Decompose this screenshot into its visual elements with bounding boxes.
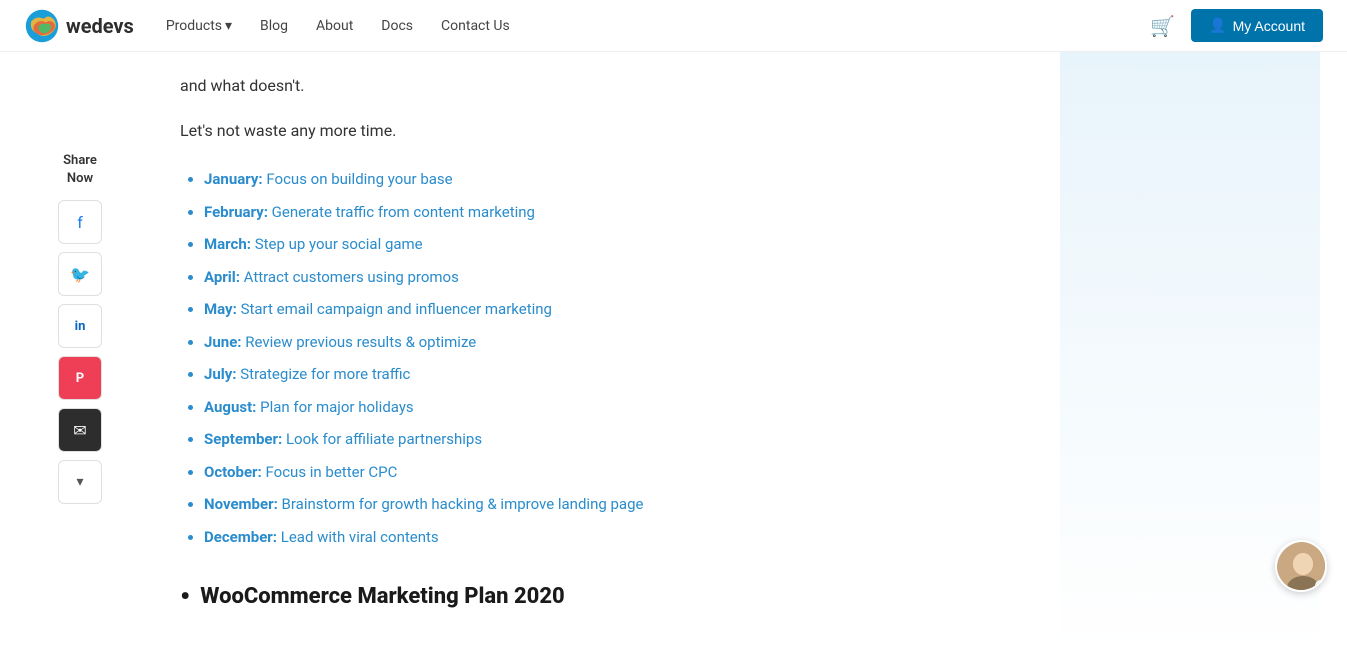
my-account-button[interactable]: 👤 My Account (1191, 9, 1323, 42)
list-item: August: Plan for major holidays (204, 396, 1000, 419)
section-heading: WooCommerce Marketing Plan 2020 (180, 580, 1000, 613)
month-description: Step up your social game (255, 235, 423, 253)
month-description: Start email campaign and influencer mark… (241, 300, 552, 318)
month-label: October: (204, 463, 266, 481)
share-label: ShareNow (63, 152, 97, 188)
month-label: July: (204, 365, 240, 383)
list-item: September: Look for affiliate partnershi… (204, 428, 1000, 451)
list-item: June: Review previous results & optimize (204, 331, 1000, 354)
month-description: Attract customers using promos (244, 268, 459, 286)
list-item: April: Attract customers using promos (204, 266, 1000, 289)
navigation: wedevs Products ▾ Blog About Docs Contac… (0, 0, 1347, 52)
email-icon: ✉ (73, 421, 86, 440)
avatar (1277, 542, 1327, 592)
month-label: April: (204, 268, 244, 286)
share-facebook-button[interactable]: f (58, 200, 102, 244)
pocket-icon: P (76, 371, 84, 386)
month-description: Generate traffic from content marketing (272, 203, 535, 221)
month-label: November: (204, 495, 282, 513)
nav-contact[interactable]: Contact Us (441, 18, 510, 34)
nav-blog[interactable]: Blog (260, 18, 288, 34)
share-sidebar: ShareNow f 🐦 in P ✉ ▾ (0, 52, 160, 653)
list-item: July: Strategize for more traffic (204, 363, 1000, 386)
month-description: Lead with viral contents (281, 528, 439, 546)
intro-text-2: Let's not waste any more time. (180, 117, 1000, 144)
list-item: February: Generate traffic from content … (204, 201, 1000, 224)
share-twitter-button[interactable]: 🐦 (58, 252, 102, 296)
month-description: Focus in better CPC (266, 463, 398, 481)
chevron-down-icon: ▾ (76, 474, 83, 490)
list-item: November: Brainstorm for growth hacking … (204, 493, 1000, 516)
list-item: October: Focus in better CPC (204, 461, 1000, 484)
nav-products[interactable]: Products ▾ (166, 18, 232, 34)
list-item: May: Start email campaign and influencer… (204, 298, 1000, 321)
month-description: Plan for major holidays (260, 398, 414, 416)
list-item: January: Focus on building your base (204, 168, 1000, 191)
share-pocket-button[interactable]: P (58, 356, 102, 400)
share-more-button[interactable]: ▾ (58, 460, 102, 504)
linkedin-icon: in (75, 319, 86, 334)
month-description: Brainstorm for growth hacking & improve … (282, 495, 644, 513)
user-icon: 👤 (1209, 17, 1226, 34)
logo-text: wedevs (66, 14, 134, 38)
month-description: Review previous results & optimize (245, 333, 476, 351)
cart-icon[interactable]: 🛒 (1150, 14, 1175, 38)
month-label: September: (204, 430, 286, 448)
month-label: February: (204, 203, 272, 221)
share-linkedin-button[interactable]: in (58, 304, 102, 348)
month-label: May: (204, 300, 241, 318)
list-item: December: Lead with viral contents (204, 526, 1000, 549)
nav-links: Products ▾ Blog About Docs Contact Us (166, 18, 1150, 34)
facebook-icon: f (77, 213, 83, 232)
share-email-button[interactable]: ✉ (58, 408, 102, 452)
chevron-down-icon: ▾ (225, 18, 232, 34)
nav-docs[interactable]: Docs (381, 18, 413, 34)
month-description: Focus on building your base (266, 170, 452, 188)
twitter-icon: 🐦 (70, 265, 90, 284)
month-label: August: (204, 398, 260, 416)
nav-right: 🛒 👤 My Account (1150, 9, 1323, 42)
article-content: and what doesn't. Let's not waste any mo… (160, 52, 1060, 653)
month-label: December: (204, 528, 281, 546)
avatar-widget[interactable] (1275, 540, 1327, 592)
month-label: January: (204, 170, 266, 188)
month-label: June: (204, 333, 245, 351)
site-logo[interactable]: wedevs (24, 8, 134, 44)
list-item: March: Step up your social game (204, 233, 1000, 256)
month-label: March: (204, 235, 255, 253)
page-layout: ShareNow f 🐦 in P ✉ ▾ and what doesn't. … (0, 52, 1347, 653)
month-list: January: Focus on building your base Febr… (180, 168, 1000, 548)
month-description: Strategize for more traffic (240, 365, 410, 383)
month-description: Look for affiliate partnerships (286, 430, 482, 448)
nav-about[interactable]: About (316, 18, 353, 34)
intro-text: and what doesn't. (180, 72, 1000, 99)
